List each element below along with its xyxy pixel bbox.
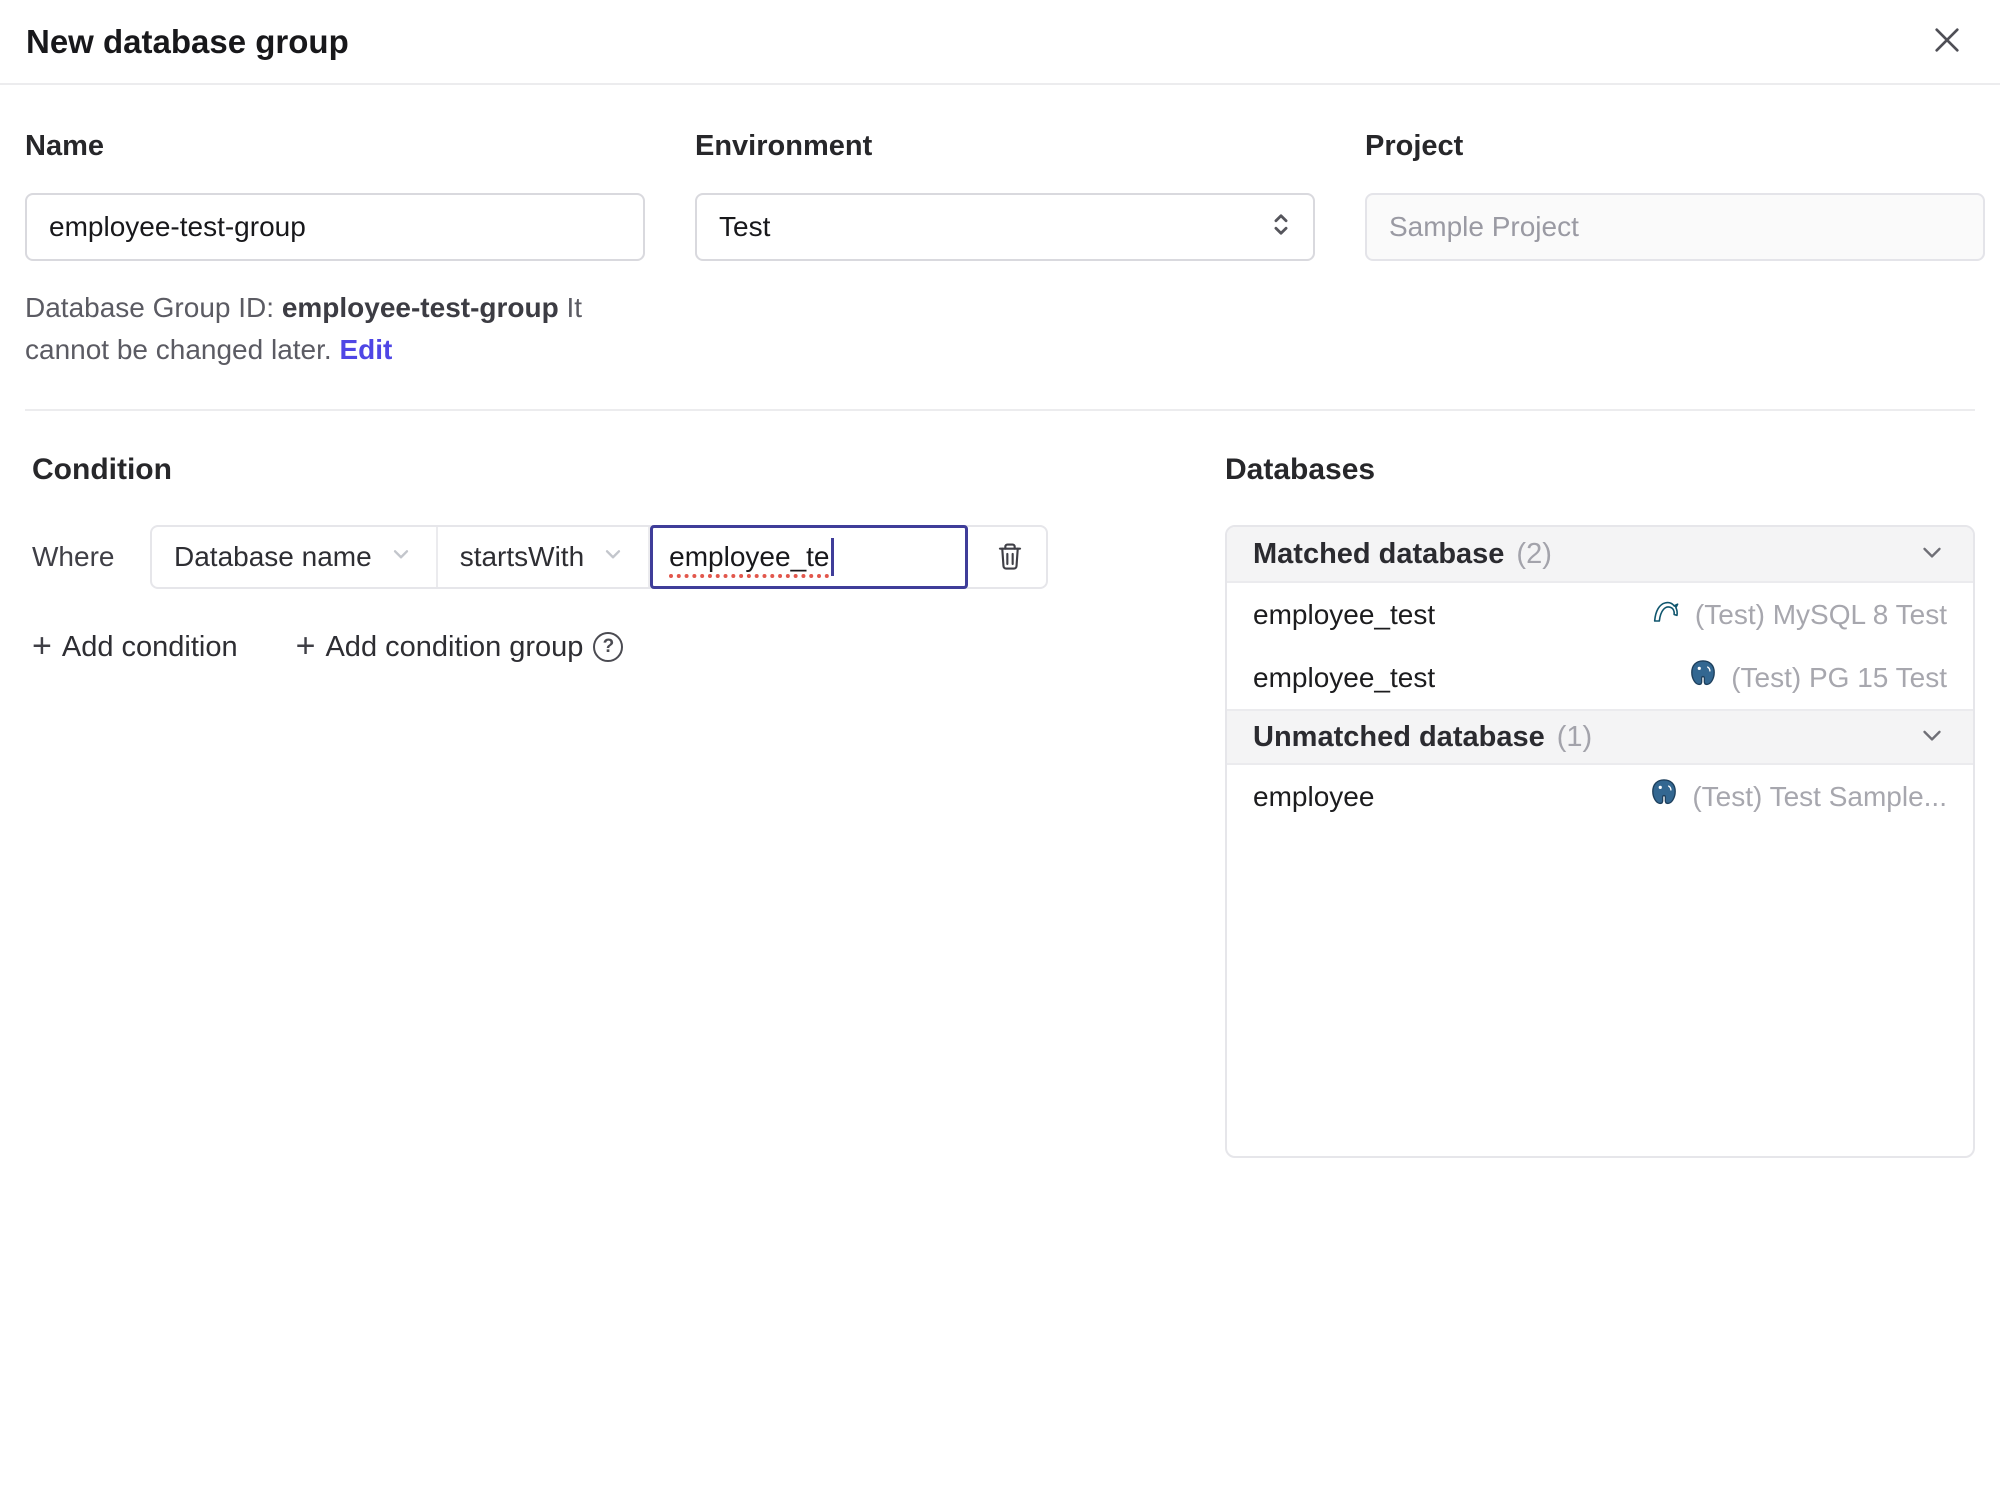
plus-icon: [296, 629, 316, 665]
add-condition-label: Add condition: [61, 630, 238, 663]
database-instance-label: (Test) PG 15 Test: [1731, 661, 1947, 693]
condition-section: Condition Where Database name startsWith: [25, 453, 1225, 1158]
matched-database-title: Matched database: [1253, 537, 1505, 570]
project-select: Sample Project: [1365, 193, 1985, 261]
unmatched-database-section: Unmatched database (1) employee (Test) T…: [1227, 709, 1973, 828]
database-row: employee (Test) Test Sample...: [1227, 765, 1973, 828]
text-caret: [830, 538, 834, 576]
postgres-icon: [1648, 777, 1680, 816]
condition-heading: Condition: [32, 453, 172, 486]
dialog-header: New database group: [0, 0, 2000, 85]
unmatched-database-title: Unmatched database: [1253, 720, 1545, 753]
database-row: employee_test (Test) MySQL 8 Test: [1227, 583, 1973, 646]
plus-icon: [32, 629, 52, 665]
chevron-down-icon: [1917, 537, 1947, 572]
trash-icon: [994, 539, 1026, 576]
database-instance: (Test) Test Sample...: [1648, 777, 1947, 816]
add-condition-group-button[interactable]: Add condition group: [296, 629, 624, 665]
condition-field-select[interactable]: Database name: [152, 527, 438, 587]
matched-database-header[interactable]: Matched database (2): [1227, 527, 1973, 583]
environment-select[interactable]: Test: [695, 193, 1315, 261]
group-form: Name Environment Test Project Sample Pro…: [0, 130, 2000, 261]
database-name: employee: [1253, 780, 1375, 812]
environment-label: Environment: [695, 130, 873, 162]
edit-group-id-link[interactable]: Edit: [339, 334, 392, 365]
condition-expression-group: Database name startsWith employee_te: [150, 525, 1049, 589]
condition-row: Where Database name startsWith employee_…: [32, 525, 1225, 589]
database-row: employee_test (Test) PG 15 Test: [1227, 646, 1973, 709]
databases-heading: Databases: [1225, 453, 1376, 486]
group-id-value: employee-test-group: [281, 292, 559, 323]
group-id-note-prefix: Database Group ID:: [25, 292, 282, 323]
matched-database-count: (2): [1516, 537, 1552, 570]
database-name: employee_test: [1253, 598, 1436, 630]
condition-value-text: employee_te: [669, 541, 830, 572]
postgres-icon: [1687, 658, 1719, 697]
add-condition-button[interactable]: Add condition: [32, 629, 238, 665]
name-label: Name: [25, 130, 104, 162]
condition-field-value: Database name: [174, 541, 372, 572]
environment-field-block: Environment Test: [695, 130, 1315, 261]
unmatched-database-count: (1): [1556, 720, 1593, 753]
chevron-down-icon: [600, 541, 626, 574]
condition-operator-value: startsWith: [459, 541, 585, 572]
where-label: Where: [32, 541, 115, 572]
page-title: New database group: [26, 22, 349, 60]
project-selected-value: Sample Project: [1389, 211, 1579, 242]
database-instance: (Test) MySQL 8 Test: [1649, 595, 1947, 634]
database-instance-label: (Test) Test Sample...: [1692, 780, 1947, 812]
close-icon: [1928, 21, 1966, 62]
chevron-down-icon: [388, 541, 414, 574]
condition-value-input[interactable]: employee_te: [650, 525, 969, 589]
group-id-note: Database Group ID: employee-test-group I…: [25, 287, 670, 371]
delete-condition-button[interactable]: [990, 535, 1030, 580]
name-field-block: Name: [25, 130, 645, 261]
mysql-icon: [1649, 595, 1683, 634]
name-input[interactable]: [25, 193, 645, 261]
database-instance: (Test) PG 15 Test: [1687, 658, 1947, 697]
project-label: Project: [1365, 130, 1464, 162]
condition-operator-select[interactable]: startsWith: [438, 527, 651, 587]
database-name: employee_test: [1253, 661, 1436, 693]
add-condition-group-label: Add condition group: [325, 630, 584, 663]
matched-database-section: Matched database (2) employee_test (Test…: [1227, 527, 1973, 709]
help-icon: [593, 632, 624, 662]
database-instance-label: (Test) MySQL 8 Test: [1694, 598, 1947, 630]
databases-section: Databases Matched database (2) employee_…: [1225, 453, 1975, 1158]
chevron-down-icon: [1917, 720, 1947, 755]
environment-selected-value: Test: [719, 211, 771, 242]
section-divider: [25, 409, 1975, 411]
databases-panel: Matched database (2) employee_test (Test…: [1225, 525, 1975, 1158]
project-field-block: Project Sample Project: [1365, 130, 1985, 261]
unmatched-database-header[interactable]: Unmatched database (1): [1227, 709, 1973, 765]
close-button[interactable]: [1924, 17, 1970, 66]
